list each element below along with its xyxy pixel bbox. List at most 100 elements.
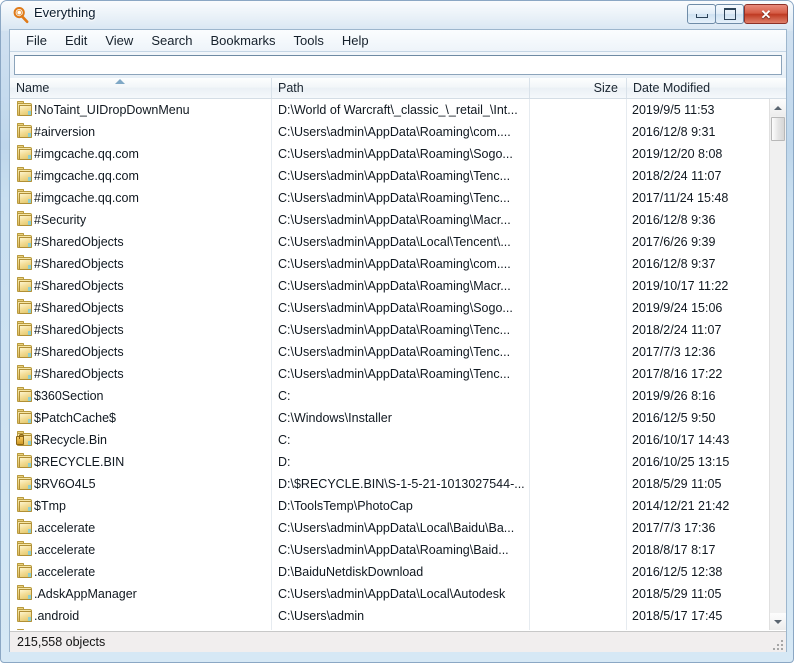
table-row[interactable]: .accelerate C:\Users\admin\AppData\Local\… (10, 517, 769, 539)
table-row[interactable]: .bnd2 C:\Users\admin 2019/7/15 8:33 (10, 627, 769, 630)
table-row[interactable]: $PatchCache$ C:\Windows\Installer 2016/12/… (10, 407, 769, 429)
cell-date-modified: 2014/12/21 21:42 (632, 499, 730, 513)
folder-icon (17, 167, 32, 182)
cell-size (531, 143, 623, 165)
folder-icon (17, 189, 32, 204)
cell-size (531, 165, 623, 187)
scroll-down-button[interactable] (770, 613, 786, 630)
table-row[interactable]: #SharedObjects C:\Users\admin\AppData\Roa… (10, 363, 769, 385)
table-row[interactable]: #imgcache.qq.com C:\Users\admin\AppData\R… (10, 143, 769, 165)
scroll-up-button[interactable] (770, 99, 786, 116)
close-button[interactable]: ✕ (744, 4, 788, 24)
cell-name: #Security (34, 213, 87, 227)
cell-name: #SharedObjects (34, 367, 124, 381)
cell-size (531, 561, 623, 583)
table-row[interactable]: .AdskAppManager C:\Users\admin\AppData\Lo… (10, 583, 769, 605)
table-row[interactable]: #SharedObjects C:\Users\admin\AppData\Loc… (10, 231, 769, 253)
table-row[interactable]: #SharedObjects C:\Users\admin\AppData\Roa… (10, 253, 769, 275)
window-title: Everything (34, 5, 96, 20)
menu-item-view[interactable]: View (96, 31, 142, 50)
cell-size (531, 495, 623, 517)
cell-date-modified: 2016/12/8 9:31 (632, 125, 716, 139)
table-row[interactable]: .android C:\Users\admin 2018/5/17 17:45 (10, 605, 769, 627)
cell-name: .AdskAppManager (34, 587, 137, 601)
table-row[interactable]: #Security C:\Users\admin\AppData\Roaming\… (10, 209, 769, 231)
cell-path: C:\Users\admin\AppData\Roaming\Sogo... (278, 301, 513, 315)
menu-item-bookmarks[interactable]: Bookmarks (202, 31, 285, 50)
application-window: Everything ✕ File Edit View Search Bookm… (0, 0, 794, 663)
scrollbar-thumb[interactable] (771, 117, 785, 141)
cell-size (531, 253, 623, 275)
cell-path: D: (278, 455, 291, 469)
cell-size (531, 605, 623, 627)
maximize-button[interactable] (715, 4, 744, 24)
menu-item-file[interactable]: File (17, 31, 56, 50)
cell-date-modified: 2016/10/17 14:43 (632, 433, 730, 447)
column-header-date-modified[interactable]: Date Modified (627, 78, 786, 98)
cell-date-modified: 2016/10/25 13:15 (632, 455, 730, 469)
menu-item-search[interactable]: Search (142, 31, 201, 50)
magnifier-icon (12, 6, 30, 24)
cell-date-modified: 2018/2/24 11:07 (632, 323, 722, 337)
table-row[interactable]: $RECYCLE.BIN D: 2016/10/25 13:15 (10, 451, 769, 473)
cell-path: C:\Users\admin\AppData\Local\Tencent\... (278, 235, 511, 249)
table-row[interactable]: #airversion C:\Users\admin\AppData\Roamin… (10, 121, 769, 143)
table-row[interactable]: .accelerate C:\Users\admin\AppData\Roamin… (10, 539, 769, 561)
cell-path: C:\Users\admin\AppData\Roaming\Sogo... (278, 147, 513, 161)
cell-name: .bnd2 (34, 627, 268, 630)
table-row[interactable]: #SharedObjects C:\Users\admin\AppData\Roa… (10, 341, 769, 363)
cell-name: !NoTaint_UIDropDownMenu (34, 103, 190, 117)
column-header-name[interactable]: Name (10, 78, 272, 98)
folder-icon (17, 497, 32, 512)
cell-size (531, 275, 623, 297)
cell-path: C:\Users\admin\AppData\Roaming\Tenc... (278, 191, 511, 205)
table-row[interactable]: #SharedObjects C:\Users\admin\AppData\Roa… (10, 297, 769, 319)
cell-date-modified: 2019/9/5 11:53 (632, 103, 715, 117)
cell-date-modified: 2016/12/8 9:37 (632, 257, 716, 271)
cell-name: $PatchCache$ (34, 411, 117, 425)
resize-grip[interactable] (771, 638, 783, 650)
table-row[interactable]: !NoTaint_UIDropDownMenu D:\World of Warcr… (10, 99, 769, 121)
table-row[interactable]: $RV6O4L5 D:\$RECYCLE.BIN\S-1-5-21-1013027… (10, 473, 769, 495)
table-row[interactable]: #imgcache.qq.com C:\Users\admin\AppData\R… (10, 165, 769, 187)
menu-item-help[interactable]: Help (333, 31, 378, 50)
status-bar: 215,558 objects (10, 631, 786, 652)
cell-size (531, 209, 623, 231)
cell-date-modified: 2019/9/24 15:06 (632, 301, 723, 315)
folder-icon (17, 343, 32, 358)
table-row[interactable]: $Tmp D:\ToolsTemp\PhotoCap 2014/12/21 21:4… (10, 495, 769, 517)
folder-icon (17, 585, 32, 600)
cell-size (531, 121, 623, 143)
table-row[interactable]: $Recycle.Bin C: 2016/10/17 14:43 (10, 429, 769, 451)
table-row[interactable]: #SharedObjects C:\Users\admin\AppData\Roa… (10, 275, 769, 297)
cell-size (531, 627, 623, 630)
menu-item-tools[interactable]: Tools (285, 31, 333, 50)
cell-size (531, 385, 623, 407)
column-header-path[interactable]: Path (272, 78, 530, 98)
table-row[interactable]: #SharedObjects C:\Users\admin\AppData\Roa… (10, 319, 769, 341)
cell-date-modified: 2018/5/29 11:05 (632, 477, 722, 491)
table-row[interactable]: $360Section C: 2019/9/26 8:16 (10, 385, 769, 407)
cell-date-modified: 2017/6/26 9:39 (632, 235, 716, 249)
menu-item-edit[interactable]: Edit (56, 31, 96, 50)
search-input[interactable] (14, 55, 782, 75)
folder-icon (17, 563, 32, 578)
vertical-scrollbar[interactable] (769, 99, 786, 630)
cell-name: $RECYCLE.BIN (34, 455, 125, 469)
table-row[interactable]: #imgcache.qq.com C:\Users\admin\AppData\R… (10, 187, 769, 209)
cell-size (531, 451, 623, 473)
column-header-size[interactable]: Size (530, 78, 627, 98)
results-list[interactable]: !NoTaint_UIDropDownMenu D:\World of Warcr… (10, 99, 769, 630)
column-header-row: Name Path Size Date Modified (10, 78, 786, 99)
table-row[interactable]: .accelerate D:\BaiduNetdiskDownload 2016/1… (10, 561, 769, 583)
cell-size (531, 583, 623, 605)
cell-path: D:\World of Warcraft\_classic_\_retail_\… (278, 103, 518, 117)
cell-name: #SharedObjects (34, 235, 124, 249)
folder-icon (17, 233, 32, 248)
minimize-button[interactable] (687, 4, 716, 24)
cell-name: .android (34, 609, 80, 623)
folder-icon (17, 409, 32, 424)
chevron-down-icon (774, 619, 782, 624)
cell-name: #SharedObjects (34, 279, 124, 293)
cell-path: C:\Users\admin\AppData\Local\Baidu\Ba... (278, 521, 515, 535)
